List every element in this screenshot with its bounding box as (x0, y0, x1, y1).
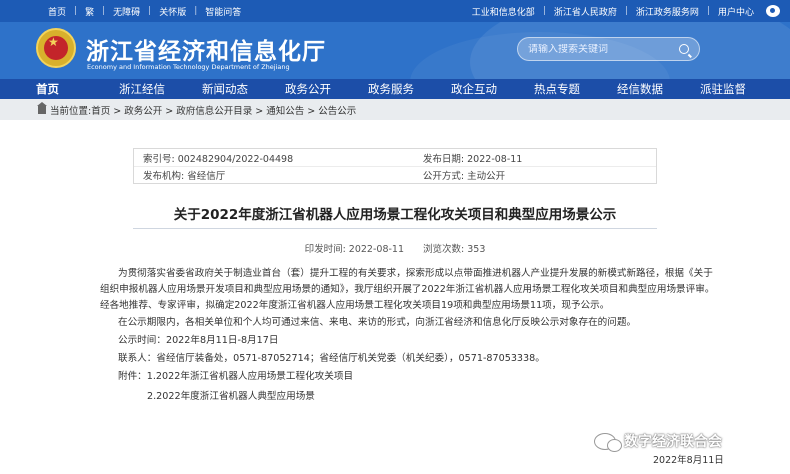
nav-data[interactable]: 经信数据 (617, 81, 700, 97)
paragraph-1-line-2: 组织申报机器人应用场景开发项目和典型应用场景的通知》，我厅组织开展了2022年浙… (100, 283, 715, 295)
nav-supervision[interactable]: 派驻监督 (700, 81, 783, 97)
index-number: 索引号: 002482904/2022-04498 (143, 153, 294, 165)
topbar-link-accessibility[interactable]: 无障碍 (105, 5, 148, 18)
topbar-link-care-mode[interactable]: 关怀版 (151, 5, 194, 18)
top-utility-bar: 首页 | 繁 | 无障碍 | 关怀版 | 智能问答 工业和信息化部 | 浙江省人… (0, 0, 790, 22)
nav-gov-service[interactable]: 政务服务 (368, 81, 451, 97)
search-box[interactable] (517, 37, 700, 61)
divider: | (148, 6, 152, 16)
divider: | (102, 6, 106, 16)
nav-news[interactable]: 新闻动态 (202, 81, 285, 97)
breadcrumb-text[interactable]: 当前位置:首页 > 政务公开 > 政府信息公开目录 > 通知公告 > 公告公示 (50, 103, 356, 117)
search-input[interactable] (528, 43, 668, 55)
article-info: 印发时间: 2022-08-11 浏览次数: 353 (0, 241, 790, 255)
nav-gov-affairs[interactable]: 政务公开 (285, 81, 368, 97)
nav-zhejiang-jingxin[interactable]: 浙江经信 (119, 81, 202, 97)
divider: | (706, 6, 710, 16)
article-text: 为贯彻落实省委省政府关于制造业首台（套）提升工程的有关要求，探索形成以点带面推进… (100, 266, 738, 405)
publish-date: 发布日期: 2022-08-11 (422, 153, 523, 165)
nav-interaction[interactable]: 政企互动 (451, 81, 534, 97)
paragraph-1-line-1: 为贯彻落实省委省政府关于制造业首台（套）提升工程的有关要求，探索形成以点带面推进… (118, 268, 713, 279)
attachment-2[interactable]: 2.2022年度浙江省机器人典型应用场景 (118, 389, 738, 405)
site-header: ★ 浙江省经济和信息化厅 Economy and Information Tec… (0, 22, 790, 79)
stamp-date: 2022年8月11日 (653, 455, 724, 466)
topbar-link-miit[interactable]: 工业和信息化部 (464, 5, 543, 18)
topbar-link-home[interactable]: 首页 (40, 5, 74, 18)
paragraph-2: 在公示期限内，各相关单位和个人均可通过来信、来电、来访的形式，向浙江省经济和信息… (118, 317, 637, 329)
topbar-link-province-gov[interactable]: 浙江省人民政府 (546, 5, 625, 18)
nav-topics[interactable]: 热点专题 (534, 81, 617, 97)
topbar-link-traditional[interactable]: 繁 (77, 5, 102, 18)
divider: | (542, 6, 546, 16)
site-subtitle: Economy and Information Technology Depar… (87, 63, 290, 71)
national-emblem-icon: ★ (36, 28, 76, 68)
divider: | (194, 6, 198, 16)
search-icon[interactable] (679, 44, 689, 54)
document-meta-table: 索引号: 002482904/2022-04498 发布日期: 2022-08-… (133, 148, 657, 184)
attachment-1[interactable]: 附件：1.2022年浙江省机器人应用场景工程化攻关项目 (118, 369, 738, 385)
topbar-link-gov-service[interactable]: 浙江政务服务网 (628, 5, 707, 18)
article-title: 关于2022年度浙江省机器人应用场景工程化攻关项目和典型应用场景公示 (173, 207, 617, 223)
publicity-period: 公示时间：2022年8月11日-8月17日 (118, 335, 279, 347)
watermark-text: 数字经济联合会 (624, 434, 722, 450)
wechat-icon (594, 432, 622, 452)
topbar-right: 工业和信息化部 | 浙江省人民政府 | 浙江政务服务网 | 用户中心 (464, 5, 780, 18)
print-time: 印发时间: 2022-08-11 (304, 244, 405, 255)
nav-home[interactable]: 首页 (36, 81, 119, 97)
paragraph-1-line-3: 经各地推荐、专家评审，拟确定2022年度浙江省机器人应用场景工程化攻关项目19项… (100, 299, 610, 311)
divider (133, 228, 657, 229)
topbar-link-smart-qa[interactable]: 智能问答 (197, 5, 249, 18)
main-nav: 首页 浙江经信 新闻动态 政务公开 政务服务 政企互动 热点专题 经信数据 派驻… (0, 79, 790, 99)
topbar-left: 首页 | 繁 | 无障碍 | 关怀版 | 智能问答 (40, 5, 249, 18)
watermark: 数字经济联合会 (594, 431, 722, 452)
view-count: 浏览次数: 353 (423, 244, 486, 255)
divider: | (624, 6, 628, 16)
site-title[interactable]: 浙江省经济和信息化厅 (86, 32, 326, 66)
meta-row: 发布机构: 省经信厅 公开方式: 主动公开 (134, 166, 656, 183)
meta-row: 索引号: 002482904/2022-04498 发布日期: 2022-08-… (134, 149, 656, 166)
divider: | (74, 6, 78, 16)
weibo-icon[interactable] (766, 5, 780, 17)
topbar-link-user-center[interactable]: 用户中心 (710, 5, 762, 18)
open-method: 公开方式: 主动公开 (422, 171, 506, 182)
breadcrumb: 当前位置:首页 > 政务公开 > 政府信息公开目录 > 通知公告 > 公告公示 (0, 99, 790, 120)
home-icon (37, 101, 47, 114)
contact-info: 联系人：省经信厅装备处，0571-87052714；省经信厅机关党委（机关纪委）… (118, 352, 545, 364)
publisher: 发布机构: 省经信厅 (143, 171, 226, 182)
